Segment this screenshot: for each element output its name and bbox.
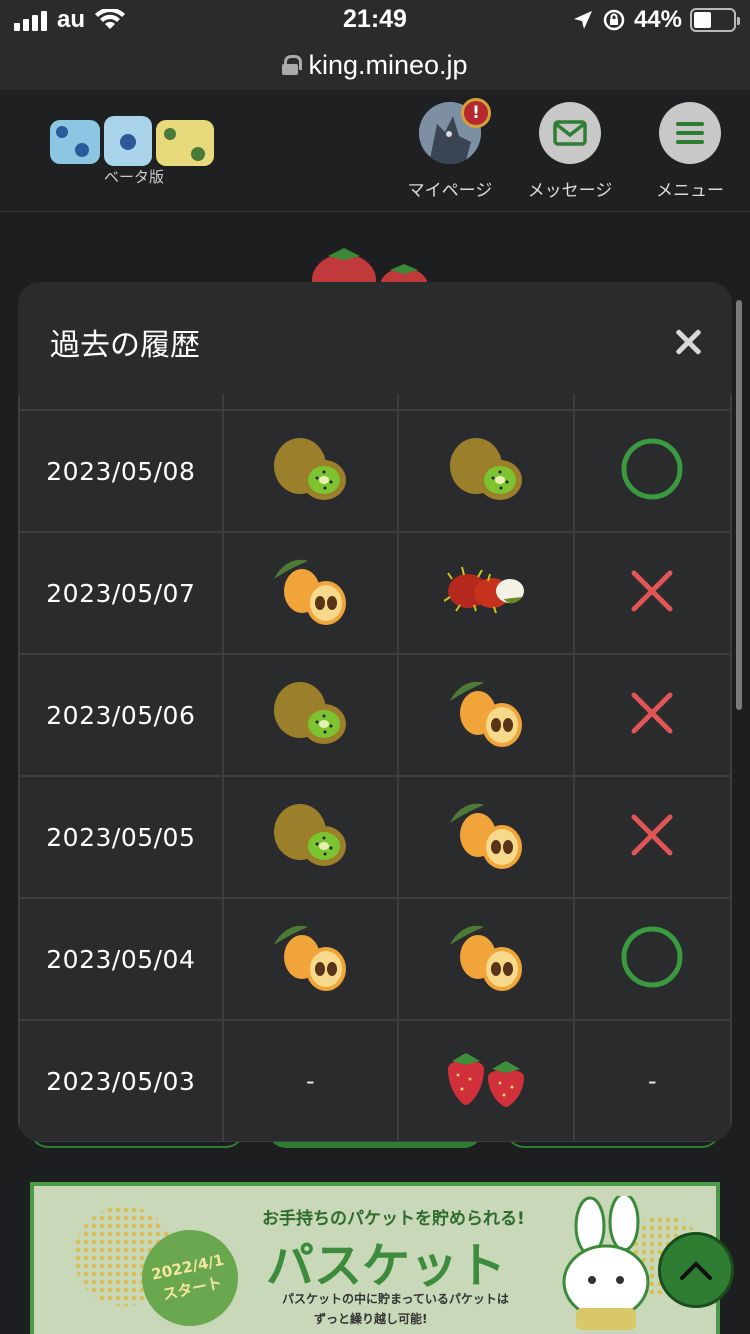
history-row: 2023/05/07 [18,531,732,655]
hamburger-icon [676,122,704,144]
chevron-up-icon [680,1261,712,1280]
dash-text: - [647,1067,657,1095]
strawberry-icon [397,1019,575,1142]
pick-dash: - [221,1019,400,1142]
history-modal: 過去の履歴 2023/05/08 2023/05/07 2023/05/06 2… [18,282,732,1142]
menu-button[interactable]: メニュー [645,102,735,201]
message-circle [539,102,601,164]
lock-icon [282,55,303,75]
history-date: 2023/05/08 [18,409,224,533]
banner-note: ずっと繰り越し可能! [314,1312,428,1326]
history-date: 2023/05/04 [18,897,224,1021]
banner-title: パスケット [266,1238,507,1294]
location-arrow-icon [573,11,592,29]
kiwi-icon [221,653,400,777]
url-text: king.mineo.jp [308,49,468,80]
history-date: 2023/05/06 [18,653,224,777]
history-table: 2023/05/08 2023/05/07 2023/05/06 2023/05… [18,394,732,1142]
kiwi-icon [397,409,575,533]
table-cell [221,394,400,411]
wrong-cross-icon [572,653,732,777]
history-date: 2023/05/07 [18,531,224,655]
history-row: 2023/05/03 - - [18,1019,732,1142]
message-label: メッセージ [527,181,613,201]
close-icon[interactable] [672,326,704,358]
battery-percent: 44% [633,6,682,33]
history-row: 2023/05/04 [18,897,732,1021]
kiwi-icon [221,775,400,899]
menu-circle [659,102,721,164]
loquat-icon [397,897,575,1021]
table-cell [572,394,732,411]
modal-header: 過去の履歴 [18,282,732,394]
correct-circle-icon [572,409,732,533]
rambutan-icon [397,531,575,655]
mypage-label: マイページ [407,181,493,201]
history-row: 2023/05/06 [18,653,732,777]
history-row: 2023/05/05 [18,775,732,899]
loquat-icon [397,775,575,899]
result-dash: - [572,1019,732,1142]
modal-title: 過去の履歴 [50,328,200,363]
table-cell [397,394,575,411]
menu-label: メニュー [656,181,724,201]
scrollbar[interactable] [736,300,742,710]
table-row [18,394,732,411]
bunny-mascot-icon [562,1196,650,1330]
orientation-lock-icon [603,9,625,31]
history-date: 2023/05/03 [18,1019,224,1142]
banner-note: パスケットの中に貯まっているパケットは [282,1292,509,1306]
loquat-icon [221,897,400,1021]
correct-circle-icon [572,897,732,1021]
table-cell [18,394,224,411]
history-row: 2023/05/08 [18,409,732,533]
url-bar[interactable]: king.mineo.jp [0,40,750,90]
loquat-icon [397,653,575,777]
site-header: ベータ版 ! マイページ メッセージ メニュー [0,90,750,212]
history-date: 2023/05/05 [18,775,224,899]
kiwi-icon [221,409,400,533]
wrong-cross-icon [572,531,732,655]
message-button[interactable]: メッセージ [525,102,615,201]
wrong-cross-icon [572,775,732,899]
notification-badge: ! [461,98,491,128]
envelope-icon [553,120,587,146]
history-table-wrap[interactable]: 2023/05/08 2023/05/07 2023/05/06 2023/05… [18,394,732,1142]
loquat-icon [221,531,400,655]
battery-icon [690,8,740,32]
status-bar: au 21:49 44% [0,0,750,40]
scroll-to-top-button[interactable] [658,1232,734,1308]
paket-banner[interactable]: 2022/4/1 スタート お手持ちのパケットを貯められる! パスケット パスケ… [30,1182,720,1334]
mypage-button[interactable]: ! マイページ [405,98,495,201]
site-logo[interactable]: ベータ版 [48,112,218,188]
logo-subtitle: ベータ版 [104,168,165,186]
logo-mark [50,116,214,166]
dash-text: - [306,1067,315,1095]
